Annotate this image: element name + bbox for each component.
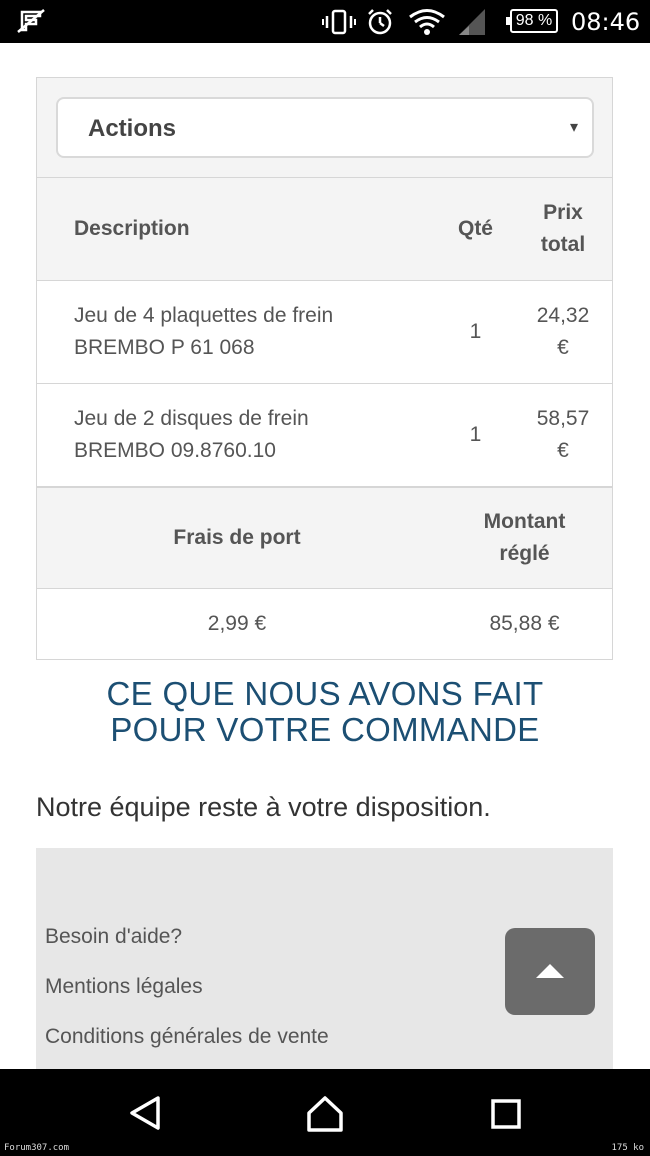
item-qty: 1 [469,319,482,343]
signal-icon [459,9,485,35]
no-sim-icon [17,9,45,33]
shipping-value: 2,99 € [207,612,267,635]
paid-amount-label-line1: Montant [483,510,566,533]
arrow-up-icon [536,964,564,978]
order-panel: Actions ▾ Description Qté Prix total Jeu… [36,77,613,660]
back-icon[interactable] [128,1095,162,1131]
actions-select[interactable]: Actions ▾ [56,97,594,158]
column-header-price-line2: total [540,232,586,256]
item-description-line1: Jeu de 4 plaquettes de frein [74,303,334,327]
footer: Besoin d'aide? Mentions légales Conditio… [36,848,613,1070]
chevron-down-icon: ▾ [569,119,578,136]
wifi-icon [409,9,445,35]
vibrate-icon [322,9,356,35]
item-description: Jeu de 2 disques de frein BREMBO 09.8760… [37,383,437,486]
watermark-right: 175 ko [611,1143,644,1153]
item-description-line2: BREMBO 09.8760.10 [74,438,276,462]
column-header-description: Description [37,178,437,281]
actions-select-label: Actions [88,115,177,142]
system-nav-bar: Forum307.com 175 ko [0,1069,650,1156]
paid-amount-label-line2: réglé [499,542,550,565]
paid-amount-value: 85,88 € [489,612,560,635]
home-icon[interactable] [305,1095,345,1133]
item-price: 58,57 € [514,383,612,486]
item-price-amount: 24,32 [536,303,590,327]
back-to-top-button[interactable] [505,928,595,1015]
item-description-line1: Jeu de 2 disques de frein [74,406,309,430]
watermark-left: Forum307.com [4,1143,70,1153]
alarm-icon [368,9,392,35]
item-price: 24,32 € [514,280,612,383]
item-price-currency: € [557,335,569,359]
column-header-price-line1: Prix [543,200,583,224]
column-header-qty: Qté [437,178,514,281]
footer-link-terms[interactable]: Conditions générales de vente [45,1025,329,1049]
item-price-amount: 58,57 [536,406,590,430]
actions-area: Actions ▾ [37,78,612,178]
totals-values-row: 2,99 € 85,88 € [37,589,612,659]
totals-header-row: Frais de port Montant réglé [37,487,612,589]
table-header-row: Description Qté Prix total [37,178,612,281]
recent-apps-icon[interactable] [490,1098,522,1130]
column-header-price: Prix total [514,178,612,281]
section-heading-line1: CE QUE NOUS AVONS FAIT [106,675,544,712]
battery-icon: 98 % [506,9,558,33]
table-row: Jeu de 4 plaquettes de frein BREMBO P 61… [37,280,612,383]
footer-link-legal[interactable]: Mentions légales [45,975,203,999]
item-description-line2: BREMBO P 61 068 [74,335,255,359]
status-bar: 98 % 08:46 [0,0,650,43]
team-notice: Notre équipe reste à votre disposition. [36,792,491,822]
footer-link-help[interactable]: Besoin d'aide? [45,925,182,949]
item-price-currency: € [557,438,569,462]
section-heading-line2: POUR VOTRE COMMANDE [110,711,540,748]
shipping-label: Frais de port [173,526,301,549]
item-description: Jeu de 4 plaquettes de frein BREMBO P 61… [37,280,437,383]
order-items-table: Description Qté Prix total Jeu de 4 plaq… [37,178,612,487]
paid-amount-label: Montant réglé [437,488,612,588]
item-qty: 1 [469,422,482,446]
table-row: Jeu de 2 disques de frein BREMBO 09.8760… [37,383,612,486]
section-heading: CE QUE NOUS AVONS FAIT POUR VOTRE COMMAN… [0,676,650,748]
status-clock: 08:46 [571,8,641,36]
